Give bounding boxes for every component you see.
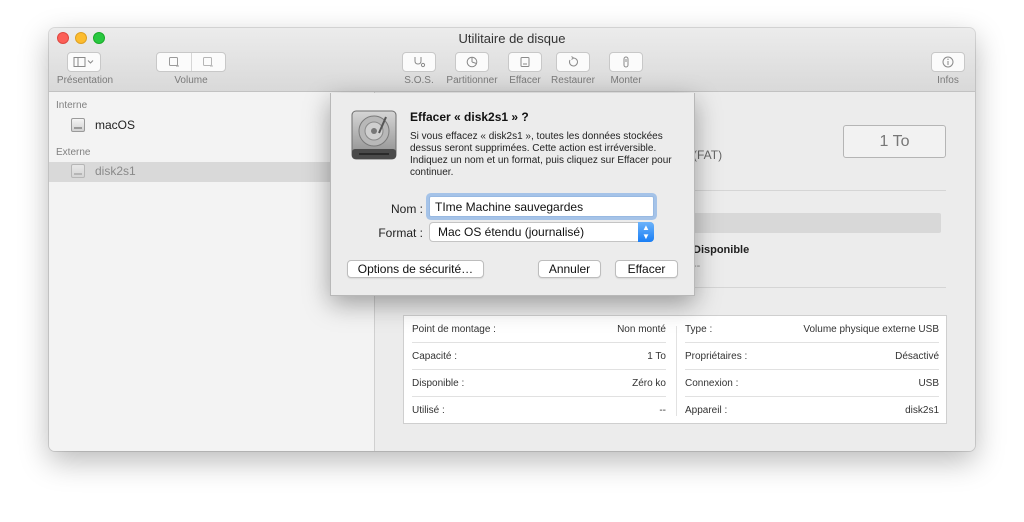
stethoscope-icon [414,57,426,68]
presentation-button[interactable] [67,52,101,72]
volume-info-table: Point de montage : Non monté Capacité : … [403,315,947,424]
sidebar-item-label: macOS [95,118,136,132]
usage-bar [693,213,941,233]
format-select[interactable]: Mac OS étendu (journalisé) ▲ ▼ [429,222,654,242]
info-icon [942,56,954,68]
dialog-title: Effacer « disk2s1 » ? [410,110,529,124]
info-value: Non monté [617,324,666,335]
chevron-up-down-icon: ▲ ▼ [638,222,654,242]
format-label: Format : [378,226,423,240]
volume-label: Volume [174,75,208,86]
sidebar-view-icon [73,57,94,67]
first-aid-label: S.O.S. [404,75,434,86]
info-row-used: Utilisé : -- [412,397,666,424]
external-disk-icon [71,164,85,178]
partition-pie-icon [466,56,478,68]
erase-button[interactable] [508,52,542,72]
info-key: Disponible : [412,378,465,389]
info-label: Infos [937,75,959,86]
info-key: Capacité : [412,351,458,362]
mount-button[interactable] [609,52,643,72]
info-button[interactable] [931,52,965,72]
info-value: USB [918,378,939,389]
info-row-owners: Propriétaires : Désactivé [685,343,939,370]
info-key: Utilisé : [412,405,445,416]
cancel-button[interactable]: Annuler [538,260,601,278]
security-options-button[interactable]: Options de sécurité… [347,260,484,278]
restore-arrow-icon [569,56,578,67]
remove-volume-button[interactable] [192,53,226,71]
add-volume-button[interactable] [157,53,192,71]
name-label: Nom : [390,202,423,216]
mount-icon [623,56,629,68]
info-value: Zéro ko [632,378,666,389]
erase-disk-icon [520,57,530,67]
sidebar-section-external: Externe [56,147,91,158]
available-label: Disponible [693,244,750,256]
divider [693,287,946,288]
info-value: 1 To [647,351,666,362]
format-selected-value: Mac OS étendu (journalisé) [438,225,585,239]
info-value: Désactivé [895,351,939,362]
info-key: Appareil : [685,405,728,416]
info-key: Point de montage : [412,324,496,335]
volume-name-input[interactable] [429,196,654,217]
dialog-message: Si vous effacez « disk2s1 », toutes les … [410,131,672,178]
info-row-connection: Connexion : USB [685,370,939,397]
hard-drive-icon [351,110,397,160]
info-row-type: Type : Volume physique externe USB [685,316,939,343]
add-volume-icon [168,57,179,67]
divider [693,190,946,191]
mount-label: Monter [610,75,642,86]
partition-button[interactable] [455,52,489,72]
window-title: Utilitaire de disque [458,31,566,46]
volume-format-text: (FAT) [693,148,723,162]
info-row-capacity: Capacité : 1 To [412,343,666,370]
title-bar: Utilitaire de disque Présentation Volume… [49,28,975,92]
internal-disk-icon [71,118,85,132]
info-key: Type : [685,324,713,335]
sidebar-item-macos[interactable]: macOS [49,116,375,136]
info-row-device: Appareil : disk2s1 [685,397,939,424]
erase-label: Effacer [509,75,541,86]
info-row-mount-point: Point de montage : Non monté [412,316,666,343]
info-row-available: Disponible : Zéro ko [412,370,666,397]
volume-size-box: 1 To [843,125,946,158]
first-aid-button[interactable] [402,52,436,72]
sidebar: Interne macOS Externe disk2s1 [49,92,375,451]
volume-button-group [156,52,226,72]
info-value: Volume physique externe USB [803,324,939,335]
erase-dialog: Effacer « disk2s1 » ? Si vous effacez « … [330,93,695,296]
remove-volume-icon [203,57,214,67]
presentation-label: Présentation [56,75,114,86]
info-value: disk2s1 [905,405,939,416]
sidebar-item-disk2s1[interactable]: disk2s1 [49,162,375,182]
restore-label: Restaurer [551,75,595,86]
sidebar-section-internal: Interne [56,100,88,111]
info-key: Propriétaires : [685,351,748,362]
partition-label: Partitionner [446,75,498,86]
column-divider [676,326,677,416]
info-value: -- [659,405,666,416]
restore-button[interactable] [556,52,590,72]
sidebar-item-label: disk2s1 [95,164,136,178]
info-key: Connexion : [685,378,739,389]
erase-confirm-button[interactable]: Effacer [615,260,678,278]
